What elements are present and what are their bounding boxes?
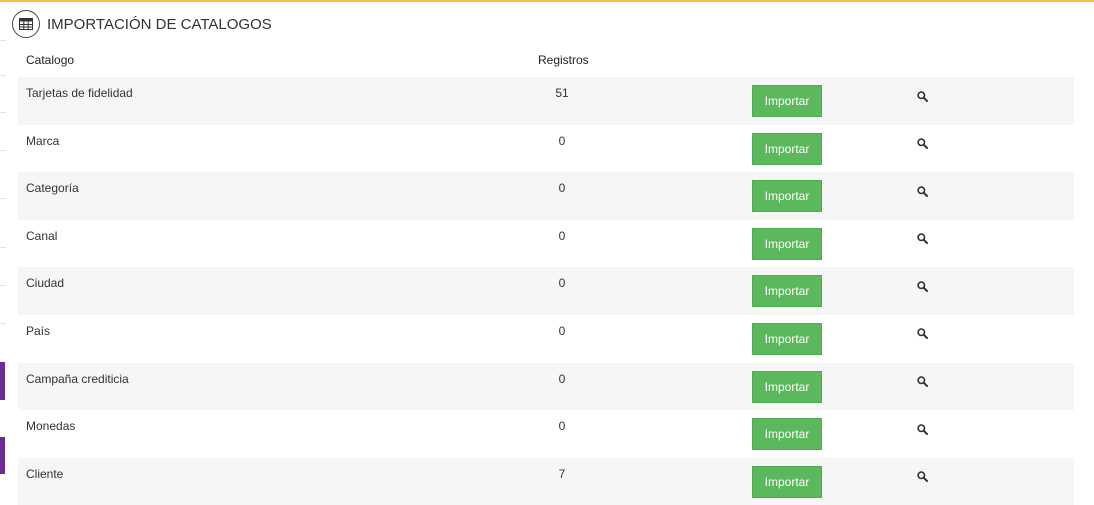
record-count: 0 <box>558 228 566 243</box>
import-button[interactable]: Importar <box>752 418 822 451</box>
search-icon[interactable] <box>915 279 929 293</box>
search-icon[interactable] <box>915 137 929 151</box>
page-title: IMPORTACIÓN DE CATALOGOS <box>47 15 272 33</box>
catalog-table: Catalogo Registros Tarjetas de fidelidad… <box>18 48 1074 505</box>
search-icon[interactable] <box>915 470 929 484</box>
record-count: 51 <box>555 86 569 100</box>
sidebar-divider <box>0 40 6 41</box>
import-button[interactable]: Importar <box>752 370 822 403</box>
sidebar-divider <box>0 285 6 286</box>
column-header-registros: Registros <box>538 53 589 67</box>
catalog-name: Cliente <box>26 466 64 481</box>
table-icon <box>12 10 40 38</box>
table-row: Cliente 7 Importar <box>18 457 1074 505</box>
record-count: 0 <box>558 181 566 196</box>
record-count: 0 <box>558 371 566 386</box>
sidebar-divider <box>0 150 6 151</box>
import-button[interactable]: Importar <box>752 85 822 117</box>
sidebar-divider <box>0 112 6 113</box>
catalog-name: Tarjetas de fidelidad <box>26 86 133 100</box>
record-count: 7 <box>558 466 566 481</box>
search-icon[interactable] <box>915 327 929 341</box>
catalog-name: País <box>26 323 51 338</box>
search-icon[interactable] <box>915 89 929 103</box>
catalog-name: Categoría <box>26 181 79 196</box>
catalog-name: Monedas <box>26 419 76 434</box>
search-icon[interactable] <box>915 375 929 389</box>
catalog-name: Marca <box>26 133 60 148</box>
record-count: 0 <box>558 419 566 434</box>
table-row: Campaña crediticia 0 Importar <box>18 362 1074 411</box>
sidebar-active-indicator <box>0 437 5 474</box>
search-icon[interactable] <box>915 184 929 198</box>
table-row: Monedas 0 Importar <box>18 410 1074 458</box>
search-icon[interactable] <box>915 422 929 436</box>
record-count: 0 <box>558 323 566 338</box>
table-row: Marca 0 Importar <box>18 125 1074 173</box>
import-button[interactable]: Importar <box>752 227 822 260</box>
import-button[interactable]: Importar <box>752 322 822 355</box>
import-button[interactable]: Importar <box>752 465 822 498</box>
import-button[interactable]: Importar <box>752 180 822 213</box>
column-header-catalogo: Catalogo <box>26 53 75 67</box>
catalog-name: Canal <box>26 228 58 243</box>
table-header: Catalogo Registros <box>18 48 1074 77</box>
sidebar-divider <box>0 198 6 199</box>
panel-header: IMPORTACIÓN DE CATALOGOS <box>12 9 272 39</box>
catalog-name: Ciudad <box>26 276 65 291</box>
sidebar-divider <box>0 323 6 324</box>
table-row: País 0 Importar <box>18 315 1074 363</box>
catalog-name: Campaña crediticia <box>26 371 129 386</box>
import-button[interactable]: Importar <box>752 275 822 308</box>
table-body: Tarjetas de fidelidad 51 Importar Marca 0 Imp… <box>18 77 1074 505</box>
table-row: Ciudad 0 Importar <box>18 267 1074 315</box>
record-count: 0 <box>558 133 566 148</box>
search-icon[interactable] <box>915 232 929 246</box>
sidebar-edge <box>0 2 8 497</box>
record-count: 0 <box>558 276 566 291</box>
table-row: Canal 0 Importar <box>18 220 1074 268</box>
sidebar-divider <box>0 247 6 248</box>
table-row: Categoría 0 Importar <box>18 172 1074 220</box>
top-border <box>0 0 1094 2</box>
table-row: Tarjetas de fidelidad 51 Importar <box>18 77 1074 125</box>
import-button[interactable]: Importar <box>752 132 822 165</box>
sidebar-divider <box>0 75 6 76</box>
sidebar-active-indicator <box>0 362 5 400</box>
